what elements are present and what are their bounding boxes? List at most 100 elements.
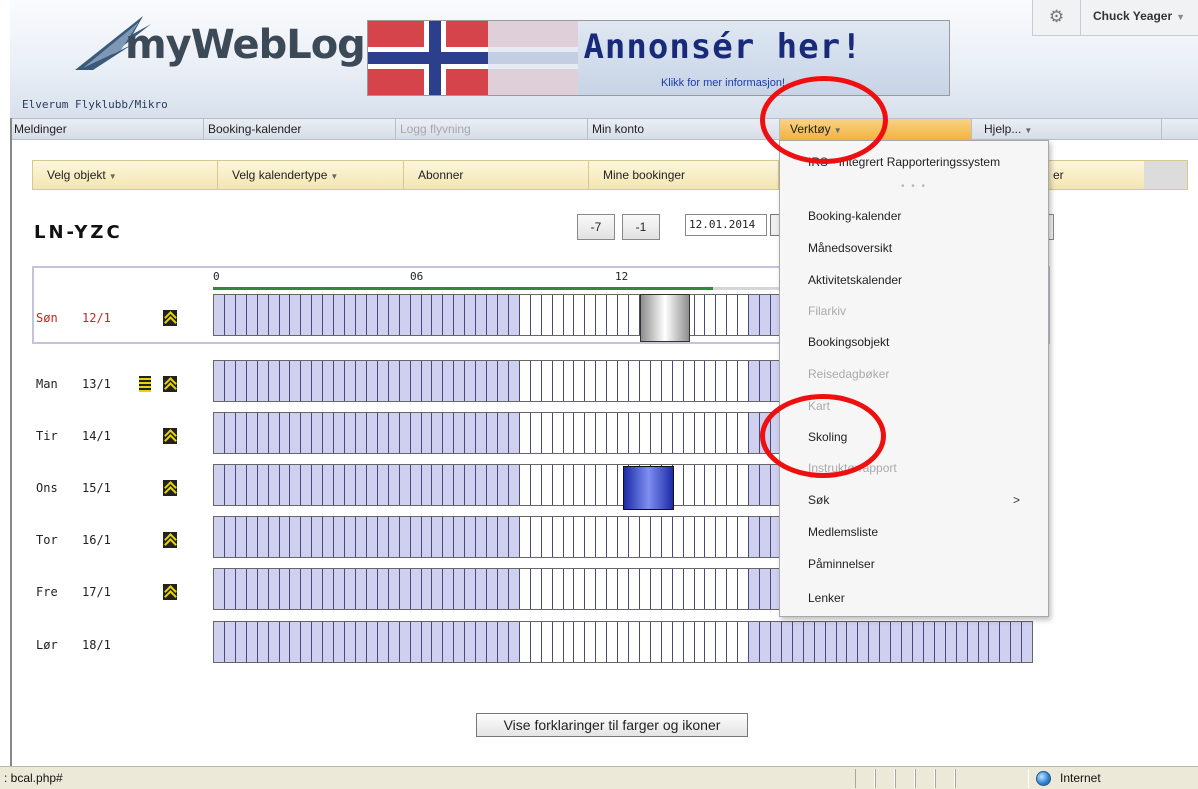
- time-slot[interactable]: [1022, 622, 1032, 662]
- time-slot[interactable]: [760, 517, 772, 557]
- chevron-up-icon[interactable]: [163, 584, 177, 600]
- time-slot[interactable]: [257, 622, 269, 662]
- time-slot[interactable]: [487, 295, 498, 335]
- time-slot[interactable]: [366, 413, 378, 453]
- time-slot[interactable]: [650, 517, 662, 557]
- menu-item-aktivitetskalender[interactable]: Aktivitetskalender: [780, 265, 1048, 295]
- time-slot[interactable]: [268, 413, 280, 453]
- time-slot[interactable]: [760, 465, 772, 505]
- time-slot[interactable]: [923, 622, 935, 662]
- time-slot[interactable]: [301, 413, 313, 453]
- time-slot[interactable]: [399, 413, 411, 453]
- time-slot[interactable]: [290, 569, 302, 609]
- time-slot[interactable]: [596, 465, 608, 505]
- time-slot[interactable]: [487, 413, 498, 453]
- time-slot[interactable]: [465, 295, 477, 335]
- time-slot[interactable]: [355, 517, 367, 557]
- time-slot[interactable]: [650, 361, 662, 401]
- booking-block[interactable]: [640, 294, 690, 342]
- subnav-abonner[interactable]: Abonner: [404, 161, 589, 189]
- menu-item-paminnelser[interactable]: Påminnelser: [780, 549, 1048, 579]
- time-slot[interactable]: [672, 622, 684, 662]
- time-slot[interactable]: [574, 569, 586, 609]
- time-slot[interactable]: [705, 413, 717, 453]
- time-slot[interactable]: [355, 569, 367, 609]
- time-slot[interactable]: [618, 295, 630, 335]
- time-slot[interactable]: [716, 295, 728, 335]
- time-slot[interactable]: [257, 295, 269, 335]
- time-slot[interactable]: [465, 517, 477, 557]
- time-slot[interactable]: [377, 413, 389, 453]
- time-slot[interactable]: [476, 569, 488, 609]
- time-slot[interactable]: [399, 361, 411, 401]
- time-slot[interactable]: [290, 622, 302, 662]
- nav-booking-kalender[interactable]: Booking-kalender: [204, 119, 396, 139]
- subnav-velg-objekt[interactable]: Velg objekt ▼: [33, 161, 218, 189]
- time-slot[interactable]: [355, 622, 367, 662]
- time-slot[interactable]: [749, 295, 761, 335]
- time-slot[interactable]: [563, 361, 575, 401]
- nav-min-konto[interactable]: Min konto: [588, 119, 780, 139]
- time-slot[interactable]: [629, 517, 640, 557]
- time-slot[interactable]: [607, 517, 619, 557]
- time-slot[interactable]: [508, 517, 520, 557]
- time-slot[interactable]: [312, 465, 324, 505]
- time-slot[interactable]: [323, 413, 335, 453]
- time-slot[interactable]: [672, 465, 684, 505]
- time-slot[interactable]: [552, 517, 564, 557]
- time-slot[interactable]: [432, 622, 444, 662]
- time-slot[interactable]: [771, 622, 782, 662]
- time-slot[interactable]: [388, 413, 400, 453]
- time-slot[interactable]: [246, 361, 258, 401]
- time-slot[interactable]: [279, 622, 291, 662]
- time-slot[interactable]: [519, 517, 531, 557]
- time-slot[interactable]: [497, 361, 509, 401]
- time-slot[interactable]: [738, 517, 750, 557]
- list-icon[interactable]: [139, 376, 151, 392]
- time-slot[interactable]: [825, 622, 837, 662]
- time-slot[interactable]: [214, 517, 225, 557]
- user-menu[interactable]: Chuck Yeager ▼: [1080, 0, 1198, 36]
- time-slot[interactable]: [639, 361, 651, 401]
- time-slot[interactable]: [279, 517, 291, 557]
- time-slot[interactable]: [454, 569, 466, 609]
- time-slot[interactable]: [519, 622, 531, 662]
- time-slot[interactable]: [487, 569, 498, 609]
- time-slot[interactable]: [246, 295, 258, 335]
- time-slot[interactable]: [541, 361, 553, 401]
- time-slot[interactable]: [421, 622, 433, 662]
- time-slot[interactable]: [388, 361, 400, 401]
- time-slot[interactable]: [345, 413, 356, 453]
- time-slot[interactable]: [388, 569, 400, 609]
- time-slot[interactable]: [421, 361, 433, 401]
- time-slot[interactable]: [366, 622, 378, 662]
- time-slot[interactable]: [596, 361, 608, 401]
- nav-meldinger[interactable]: Meldinger: [10, 119, 204, 139]
- time-slot[interactable]: [913, 622, 924, 662]
- time-slot[interactable]: [235, 361, 247, 401]
- time-slot[interactable]: [224, 517, 236, 557]
- time-slot[interactable]: [377, 517, 389, 557]
- time-slot[interactable]: [661, 413, 673, 453]
- time-slot[interactable]: [694, 569, 706, 609]
- time-slot[interactable]: [388, 465, 400, 505]
- time-slot[interactable]: [585, 413, 597, 453]
- time-slot[interactable]: [694, 465, 706, 505]
- time-slot[interactable]: [323, 569, 335, 609]
- time-slot[interactable]: [366, 295, 378, 335]
- time-slot[interactable]: [519, 361, 531, 401]
- time-slot[interactable]: [279, 569, 291, 609]
- time-slot[interactable]: [574, 517, 586, 557]
- time-slot[interactable]: [629, 295, 640, 335]
- time-slot[interactable]: [301, 622, 313, 662]
- time-slot[interactable]: [727, 622, 739, 662]
- time-slot[interactable]: [377, 361, 389, 401]
- time-slot[interactable]: [497, 569, 509, 609]
- time-slot[interactable]: [694, 622, 706, 662]
- time-slot[interactable]: [760, 295, 772, 335]
- time-slot[interactable]: [224, 295, 236, 335]
- time-slot[interactable]: [410, 295, 422, 335]
- time-slot[interactable]: [421, 413, 433, 453]
- time-slot[interactable]: [443, 517, 455, 557]
- time-slot[interactable]: [246, 517, 258, 557]
